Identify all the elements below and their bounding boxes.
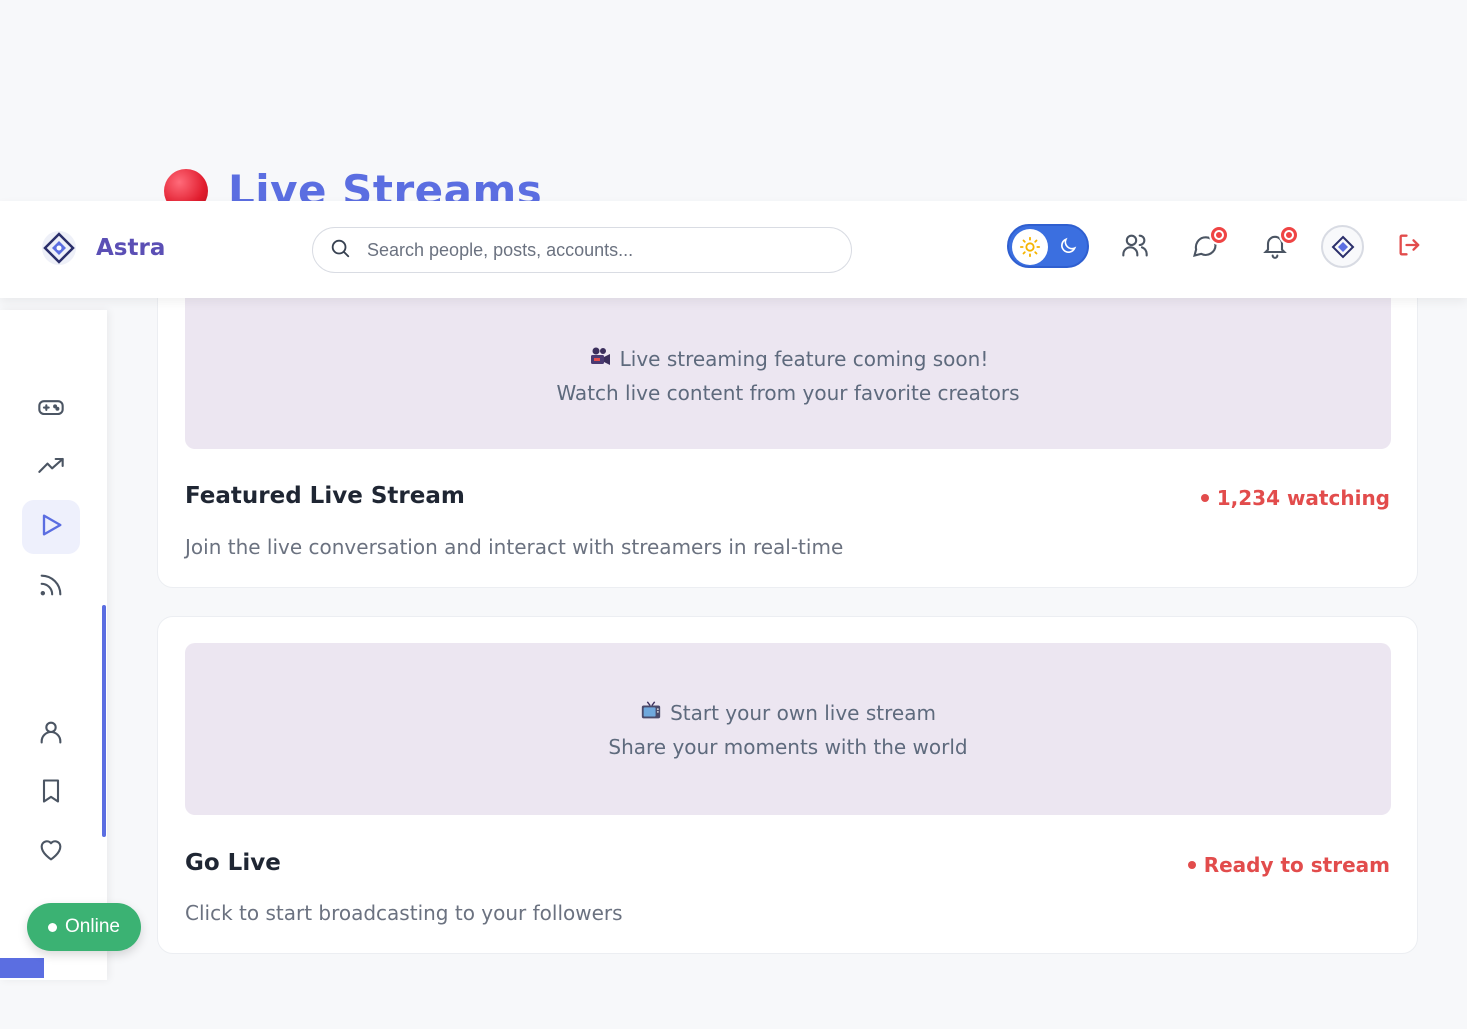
bookmark-icon (37, 777, 65, 809)
sidebar-item-saved[interactable] (22, 766, 80, 820)
preview-subtext: Share your moments with the world (608, 734, 968, 759)
avatar[interactable] (1321, 225, 1364, 268)
sidebar-item-favorites[interactable] (22, 825, 80, 879)
sidebar (0, 310, 107, 980)
stream-preview[interactable]: Start your own live stream Share your mo… (185, 643, 1391, 815)
live-dot-icon (1187, 861, 1196, 869)
logout-button[interactable] (1394, 231, 1426, 263)
sun-icon (1012, 229, 1048, 265)
card-title: Featured Live Stream (185, 483, 465, 509)
status-badge: 1,234 watching (1200, 486, 1390, 510)
search-bar[interactable] (312, 227, 852, 273)
card-title: Go Live (185, 850, 281, 876)
brand-name: Astra (96, 235, 166, 261)
sidebar-item-games[interactable] (22, 382, 80, 436)
brand[interactable]: Astra (38, 227, 165, 269)
preview-text: Start your own live stream (670, 701, 936, 725)
tv-icon (640, 700, 662, 727)
theme-toggle[interactable] (1007, 224, 1089, 268)
play-icon (37, 511, 65, 543)
sidebar-item-live[interactable] (22, 500, 80, 554)
messages-button[interactable] (1189, 225, 1229, 263)
users-icon (1121, 231, 1149, 263)
sidebar-scrollbar[interactable] (102, 605, 106, 837)
rss-icon (37, 571, 65, 603)
logout-icon (1396, 231, 1424, 263)
notification-badge (1279, 225, 1299, 245)
brand-logo-icon (38, 227, 80, 269)
sidebar-footer-bar (0, 958, 44, 978)
status-badge: Ready to stream (1187, 853, 1390, 877)
stream-card-go-live[interactable]: Start your own live stream Share your mo… (157, 616, 1418, 954)
card-description: Click to start broadcasting to your foll… (185, 901, 623, 925)
friends-button[interactable] (1119, 231, 1151, 263)
preview-subtext: Watch live content from your favorite cr… (556, 380, 1020, 405)
status-text: 1,234 watching (1216, 486, 1390, 510)
gamepad-icon (37, 393, 65, 425)
search-input[interactable] (367, 239, 807, 261)
sidebar-item-profile[interactable] (22, 707, 80, 761)
online-status-button[interactable]: Online (27, 903, 141, 951)
status-label: Online (65, 916, 120, 937)
notification-badge (1209, 225, 1229, 245)
live-dot-icon (1200, 494, 1209, 502)
moon-icon (1058, 236, 1078, 260)
search-icon (329, 237, 351, 263)
status-text: Ready to stream (1203, 853, 1390, 877)
top-navbar: Astra (0, 201, 1467, 298)
sidebar-item-trending[interactable] (22, 441, 80, 495)
stream-card-featured[interactable]: Live streaming feature coming soon! Watc… (157, 270, 1418, 588)
status-dot-icon (48, 922, 58, 932)
preview-text: Live streaming feature coming soon! (619, 347, 989, 371)
notifications-button[interactable] (1259, 225, 1299, 263)
user-icon (37, 718, 65, 750)
video-camera-icon (588, 346, 612, 373)
card-description: Join the live conversation and interact … (185, 535, 844, 559)
sidebar-item-feed[interactable] (22, 560, 80, 614)
trending-icon (37, 452, 65, 484)
heart-icon (37, 836, 65, 868)
